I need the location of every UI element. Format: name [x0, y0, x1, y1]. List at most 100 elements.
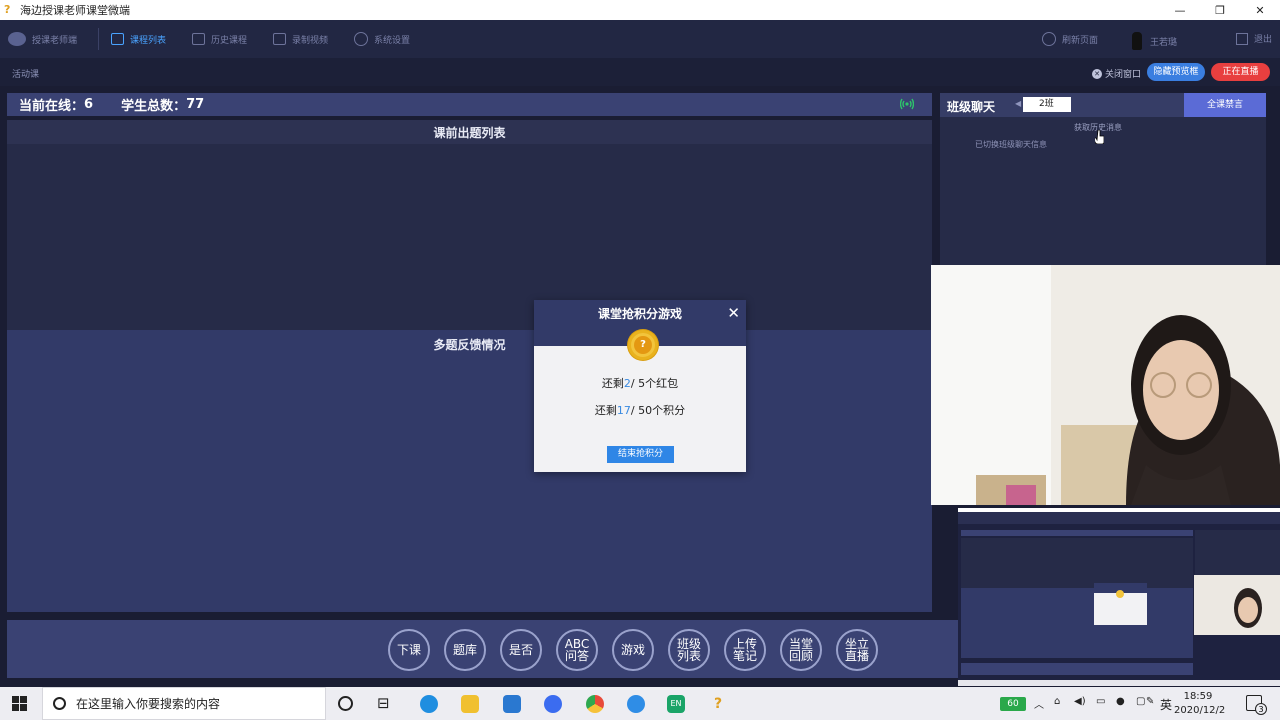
microphone-icon[interactable]: ●	[1116, 696, 1125, 707]
battery-percentage[interactable]: 60	[1000, 697, 1026, 711]
app-window: { "window": {"title": "海边授课老师课堂微端", "con…	[0, 0, 1280, 720]
top-nav: 授课老师端 课程列表 历史课程 录制视频 系统设置 刷新页面 王若璐 退出	[0, 20, 1280, 58]
video-camera-icon	[273, 33, 287, 45]
zoom-app-icon[interactable]	[627, 695, 645, 713]
end-points-game-button[interactable]: 结束抢积分	[607, 446, 674, 463]
mute-all-button[interactable]: 全课禁言	[1184, 93, 1266, 117]
class-chat-panel: 班级聊天 ◀ 2班 全课禁言 获取历史消息 已切换班级聊天信息	[940, 93, 1266, 265]
nav-divider	[98, 28, 99, 50]
close-window-button[interactable]: ✕	[1240, 0, 1280, 20]
title-bar: ? 海边授课老师课堂微端 — ❐ ✕	[0, 0, 1280, 20]
close-circle-icon: ✕	[1092, 68, 1102, 79]
nav-settings[interactable]: 系统设置	[354, 32, 410, 46]
windows-start-icon[interactable]	[12, 696, 27, 711]
windows-taskbar: 在这里输入你要搜索的内容 ⊟ EN ? 60 ︿ ⌂ ◀) ▭ ● ▢ ✎ 英 …	[0, 687, 1280, 720]
seated-live-button[interactable]: 坐立 直播	[836, 629, 878, 671]
abc-quiz-button[interactable]: ABC 问答	[556, 629, 598, 671]
feedback-title: 多题反馈情况	[433, 338, 506, 352]
hand-cursor-icon	[1095, 130, 1104, 144]
yes-no-button[interactable]: 是否	[500, 629, 542, 671]
dialog-close-button[interactable]: ✕	[727, 304, 740, 322]
edge-browser-icon[interactable]	[420, 695, 438, 713]
clock-date: 2020/12/2	[1174, 705, 1226, 716]
search-icon	[53, 697, 66, 710]
teacher-logo-icon	[8, 32, 26, 46]
question-bank-button[interactable]: 题库	[444, 629, 486, 671]
online-count: 6	[84, 97, 94, 112]
teacher-camera-video	[931, 265, 1280, 505]
window-title: 海边授课老师课堂微端	[20, 4, 130, 17]
nav-settings-label: 系统设置	[374, 35, 411, 46]
upload-notes-button[interactable]: 上传 笔记	[724, 629, 766, 671]
nav-history-courses[interactable]: 历史课程	[192, 33, 247, 46]
minimize-button[interactable]: —	[1160, 0, 1200, 20]
course-type-tag: 活动课	[12, 70, 40, 80]
screen-icon[interactable]: ▢	[1136, 696, 1145, 707]
total-count: 77	[186, 97, 205, 112]
total-label: 学生总数：	[121, 99, 187, 114]
notification-center-icon[interactable]: 3	[1246, 695, 1267, 715]
screen-preview-thumbnail	[958, 508, 1280, 686]
pre-class-title: 课前出题列表	[7, 120, 932, 144]
nav-record-video[interactable]: 录制视频	[273, 33, 328, 46]
class-list-button[interactable]: 班级 列表	[668, 629, 710, 671]
search-placeholder: 在这里输入你要搜索的内容	[76, 697, 221, 711]
end-class-button[interactable]: 下课	[388, 629, 430, 671]
red-packets-remaining: 还剩2/ 5个红包	[534, 375, 746, 391]
packets-left-count: 2	[623, 377, 631, 390]
user-profile[interactable]: 王若璐	[1132, 32, 1177, 50]
classroom-app-icon[interactable]: ?	[709, 695, 727, 713]
remaining-prefix: 还剩	[601, 377, 624, 390]
ime-indicator[interactable]: 英	[1160, 696, 1172, 713]
nav-course-list[interactable]: 课程列表	[111, 33, 166, 46]
chevron-up-icon[interactable]: ︿	[1034, 696, 1044, 711]
class-review-button[interactable]: 当堂 回顾	[780, 629, 822, 671]
english-app-icon[interactable]: EN	[667, 695, 685, 713]
chat-system-message: 已切换班级聊天信息	[975, 140, 1047, 149]
points-game-dialog: 课堂抢积分游戏 ✕ ? 还剩2/ 5个红包 还剩17/ 50个积分 结束抢积分	[534, 300, 746, 472]
nav-record-label: 录制视频	[292, 35, 329, 46]
calendar-icon	[111, 33, 124, 45]
pen-icon[interactable]: ✎	[1146, 696, 1154, 707]
logout-button[interactable]: 退出	[1236, 32, 1272, 45]
packets-total: / 5个红包	[630, 377, 679, 390]
close-window-toggle[interactable]: ✕ 关闭窗口	[1092, 67, 1141, 80]
camera-feed-image	[931, 265, 1280, 505]
mail-icon[interactable]	[503, 695, 521, 713]
refresh-icon	[1042, 32, 1056, 46]
restore-button[interactable]: ❐	[1200, 0, 1240, 20]
points-left-count: 17	[616, 404, 631, 417]
volume-icon[interactable]: ◀)	[1074, 696, 1086, 707]
close-window-label: 关闭窗口	[1105, 70, 1142, 80]
game-button[interactable]: 游戏	[612, 629, 654, 671]
logout-label: 退出	[1254, 35, 1273, 45]
taskbar-clock[interactable]: 18:59 2020/12/2	[1174, 690, 1226, 718]
gear-icon	[354, 32, 369, 46]
coin-icon: ?	[628, 330, 658, 360]
battery-icon[interactable]: ▭	[1096, 696, 1105, 707]
points-remaining: 还剩17/ 50个积分	[534, 402, 746, 418]
lark-app-icon[interactable]	[544, 695, 562, 713]
refresh-page-button[interactable]: 刷新页面	[1042, 32, 1098, 46]
chrome-icon[interactable]	[586, 695, 604, 713]
notification-count: 3	[1255, 703, 1267, 715]
hide-preview-button[interactable]: 隐藏预览框	[1147, 63, 1205, 81]
logout-icon	[1236, 32, 1248, 45]
sub-bar: 活动课 ✕ 关闭窗口	[0, 58, 1280, 86]
task-view-icon[interactable]: ⊟	[377, 694, 395, 712]
cortana-icon[interactable]	[338, 696, 353, 711]
nav-history-label: 历史课程	[211, 35, 248, 46]
taskbar-search-box[interactable]: 在这里输入你要搜索的内容	[42, 687, 326, 720]
live-status-button[interactable]: 正在直播	[1211, 63, 1270, 81]
file-explorer-icon[interactable]	[461, 695, 479, 713]
remaining-prefix-2: 还剩	[594, 404, 617, 417]
class-select[interactable]: 2班	[1023, 97, 1071, 112]
network-icon[interactable]: ⌂	[1054, 696, 1060, 707]
nav-course-list-label: 课程列表	[130, 35, 167, 46]
screen-preview-image	[958, 508, 1280, 686]
chat-header: 班级聊天 ◀ 2班 全课禁言	[940, 93, 1266, 117]
clock-time: 18:59	[1183, 691, 1213, 702]
online-label: 当前在线：	[19, 99, 85, 114]
dialog-title: 课堂抢积分游戏	[597, 307, 682, 321]
app-brand: 授课老师端	[8, 32, 94, 46]
